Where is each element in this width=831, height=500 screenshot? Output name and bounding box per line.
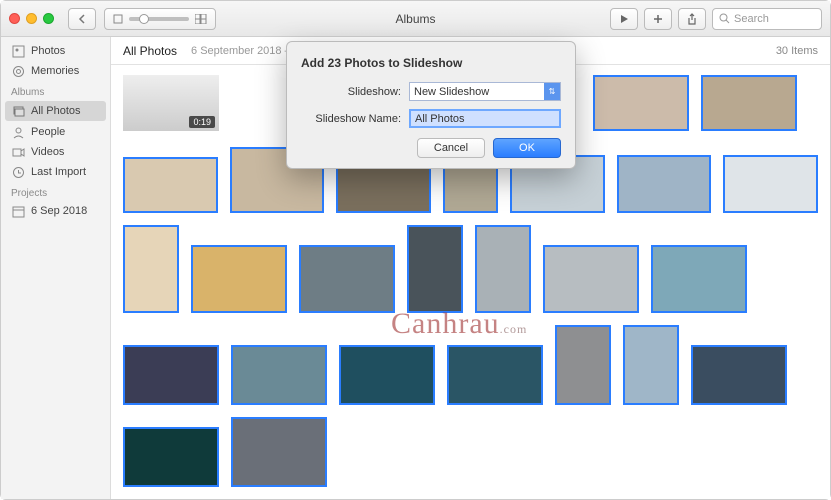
sidebar-item-people[interactable]: People [1,122,110,142]
clock-icon [11,165,25,179]
sidebar-item-label: People [31,126,65,138]
sidebar-item-all-photos[interactable]: All Photos [5,101,106,121]
sidebar-item-project-6sep[interactable]: 6 Sep 2018 [1,201,110,221]
search-field[interactable]: Search [712,8,822,30]
calendar-icon [11,204,25,218]
play-icon [620,14,629,24]
photos-icon [11,44,25,58]
thumbnail[interactable] [701,75,797,131]
sidebar-item-label: Photos [31,45,65,57]
thumbnail[interactable] [123,345,219,405]
thumbnail[interactable] [231,417,327,487]
video-duration-badge: 0:19 [189,116,215,128]
thumbnail[interactable] [617,155,712,213]
ok-button[interactable]: OK [493,138,561,158]
dialog-title: Add 23 Photos to Slideshow [301,56,561,70]
sidebar-item-last-import[interactable]: Last Import [1,162,110,182]
sidebar-item-videos[interactable]: Videos [1,142,110,162]
thumbnail[interactable] [623,325,679,405]
sidebar-item-label: 6 Sep 2018 [31,205,87,217]
titlebar: Albums Search [1,1,830,37]
stack-icon [11,104,25,118]
search-placeholder: Search [734,13,769,25]
thumbnail[interactable] [123,427,219,487]
window-title: Albums [395,12,435,26]
thumbnail[interactable] [475,225,531,313]
slideshow-select-label: Slideshow: [301,86,401,98]
slideshow-select-value: New Slideshow [414,86,489,98]
item-count: 30 Items [776,45,818,57]
zoom-slider-container [104,8,216,30]
thumbnail[interactable] [123,225,179,313]
back-button[interactable] [68,8,96,30]
play-slideshow-button[interactable] [610,8,638,30]
thumbnail[interactable] [299,245,395,313]
slideshow-name-value: All Photos [415,113,465,125]
sidebar-item-label: Last Import [31,166,86,178]
plus-icon [653,14,663,24]
thumbnail[interactable] [447,345,543,405]
memories-icon [11,64,25,78]
maximize-window-button[interactable] [43,13,54,24]
thumbnail-zoom-slider[interactable] [129,17,189,21]
thumbnail[interactable] [543,245,639,313]
thumbnail[interactable] [407,225,463,313]
sidebar-section-albums: Albums [1,81,110,100]
minimize-window-button[interactable] [26,13,37,24]
window-controls [9,13,54,24]
share-icon [687,13,697,25]
sidebar-item-label: Memories [31,65,79,77]
thumbnail[interactable] [123,157,218,213]
thumbnail[interactable] [691,345,787,405]
thumbnail[interactable] [191,245,287,313]
thumbnail[interactable] [651,245,747,313]
chevron-left-icon [78,14,86,24]
slideshow-select[interactable]: New Slideshow ⇅ [409,82,561,101]
thumbnail[interactable] [555,325,611,405]
sidebar-item-photos[interactable]: Photos [1,41,110,61]
thumbnail[interactable] [723,155,818,213]
add-to-slideshow-dialog: Add 23 Photos to Slideshow Slideshow: Ne… [286,41,576,169]
chevron-updown-icon: ⇅ [544,83,560,100]
zoom-out-icon [113,14,123,24]
thumbnail[interactable] [593,75,689,131]
slideshow-name-label: Slideshow Name: [301,113,401,125]
tab-all-photos[interactable]: All Photos [123,44,177,58]
sidebar: Photos Memories Albums All Photos People… [1,37,111,499]
zoom-in-icon [195,14,207,24]
thumbnail[interactable] [231,345,327,405]
people-icon [11,125,25,139]
close-window-button[interactable] [9,13,20,24]
slideshow-name-input[interactable]: All Photos [409,109,561,128]
add-button[interactable] [644,8,672,30]
thumbnail-video[interactable]: 0:19 [123,75,219,131]
sidebar-section-projects: Projects [1,182,110,201]
sidebar-item-label: All Photos [31,105,81,117]
cancel-button[interactable]: Cancel [417,138,485,158]
sidebar-item-label: Videos [31,146,64,158]
thumbnail[interactable] [339,345,435,405]
share-button[interactable] [678,8,706,30]
search-icon [719,13,730,24]
sidebar-item-memories[interactable]: Memories [1,61,110,81]
videos-icon [11,145,25,159]
